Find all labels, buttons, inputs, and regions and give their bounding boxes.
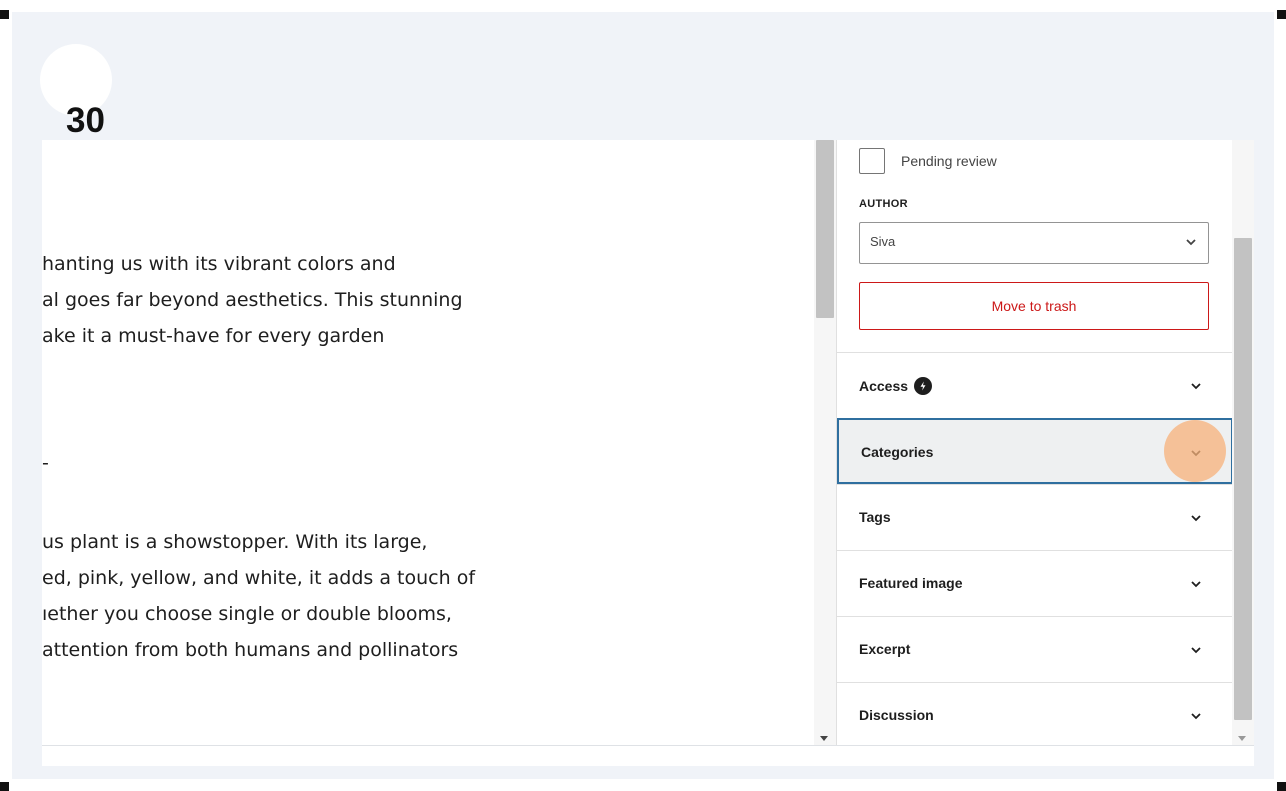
corner-marker-top-right: [1277, 10, 1286, 19]
paragraph-line: al goes far beyond aesthetics. This stun…: [42, 289, 463, 311]
panel-tags[interactable]: Tags: [837, 484, 1233, 550]
corner-marker-bottom-left: [0, 782, 9, 791]
paragraph-line: us plant is a showstopper. With its larg…: [42, 531, 428, 553]
panel-featured-image-label: Featured image: [859, 575, 963, 591]
pending-review-option[interactable]: Pending review: [859, 148, 997, 174]
sidebar-scrollbar[interactable]: [1232, 140, 1254, 745]
panel-excerpt[interactable]: Excerpt: [837, 616, 1233, 682]
screenshot-area: hanting us with its vibrant colors and a…: [42, 140, 1254, 766]
author-select-value: Siva: [870, 234, 896, 249]
paragraph-line: ıether you choose single or double bloom…: [42, 603, 452, 625]
post-editor-content[interactable]: hanting us with its vibrant colors and a…: [42, 140, 818, 745]
paragraph-line: attention from both humans and pollinato…: [42, 639, 459, 661]
panel-excerpt-label: Excerpt: [859, 641, 911, 657]
author-select[interactable]: Siva: [859, 222, 1209, 264]
divider: [42, 745, 1254, 746]
panel-access-label: Access: [859, 377, 933, 395]
chevron-down-icon: [1184, 235, 1198, 249]
chevron-down-icon[interactable]: [1189, 643, 1203, 657]
corner-marker-top-left: [0, 10, 9, 19]
panel-access[interactable]: Access: [837, 352, 1233, 418]
editor-scrollbar[interactable]: [814, 140, 836, 745]
chevron-down-icon[interactable]: [1189, 511, 1203, 525]
step-number: 30: [66, 101, 105, 140]
editor-scrollbar-thumb[interactable]: [816, 140, 834, 318]
author-label: AUTHOR: [859, 198, 908, 210]
panel-featured-image[interactable]: Featured image: [837, 550, 1233, 616]
click-highlight-marker: [1164, 420, 1226, 482]
access-badge-icon: [914, 377, 933, 395]
paragraph-line: ake it a must-have for every garden: [42, 325, 385, 347]
chevron-down-icon[interactable]: [1189, 577, 1203, 591]
move-to-trash-button[interactable]: Move to trash: [859, 282, 1209, 330]
corner-marker-bottom-right: [1277, 782, 1286, 791]
panel-categories-label: Categories: [861, 444, 934, 460]
pending-review-label: Pending review: [901, 153, 997, 169]
heading-fragment: -: [42, 452, 49, 474]
panel-tags-label: Tags: [859, 509, 891, 525]
chevron-down-icon[interactable]: [1189, 379, 1203, 393]
sidebar-scrollbar-thumb[interactable]: [1234, 238, 1252, 720]
scroll-down-arrow-icon[interactable]: [1238, 736, 1246, 741]
panel-discussion[interactable]: Discussion: [837, 682, 1233, 748]
paragraph-line: ed, pink, yellow, and white, it adds a t…: [42, 567, 476, 589]
scroll-down-arrow-icon[interactable]: [820, 736, 828, 741]
chevron-down-icon[interactable]: [1189, 709, 1203, 723]
panel-discussion-label: Discussion: [859, 707, 934, 723]
paragraph-line: hanting us with its vibrant colors and: [42, 253, 396, 275]
pending-review-checkbox[interactable]: [859, 148, 885, 174]
